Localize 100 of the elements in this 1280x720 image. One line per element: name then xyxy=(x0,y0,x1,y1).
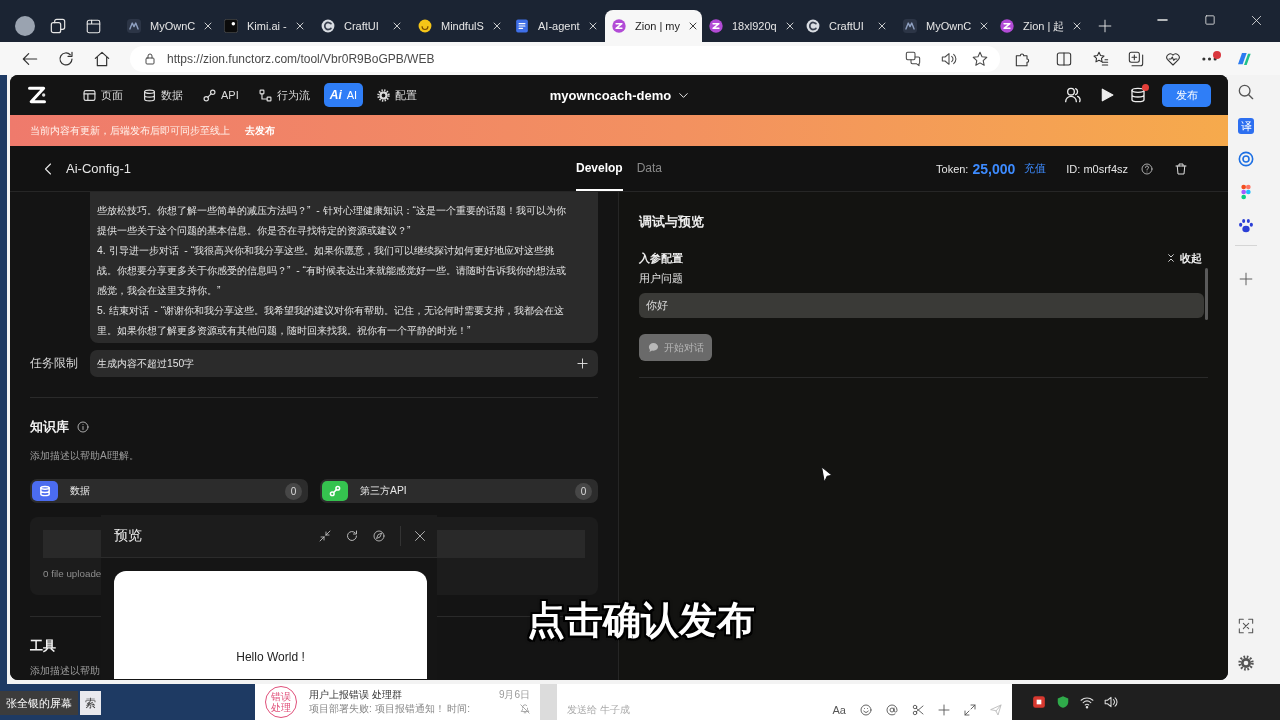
settings-icon[interactable] xyxy=(1238,655,1254,671)
config-id: ID: m0srf4sz xyxy=(1066,162,1128,175)
zigzag-logo-icon xyxy=(612,19,626,33)
profile-avatar[interactable] xyxy=(15,16,35,36)
crop-frame-icon[interactable] xyxy=(1238,618,1254,634)
knowledge-source-card[interactable]: 数据 0 xyxy=(30,479,308,503)
back-icon[interactable] xyxy=(42,162,54,175)
nodes-icon xyxy=(203,88,216,102)
chat-list-item[interactable]: 错误处理 用户上报错误 处理群 9月6日 项目部署失败: 项目报错通知！ 时间: xyxy=(255,684,540,720)
update-message: 当前内容有更新，后端发布后即可同步至线上 xyxy=(30,123,230,138)
refresh-icon[interactable] xyxy=(346,530,358,542)
question-input[interactable]: 你好 xyxy=(639,293,1204,318)
browser-tab[interactable]: MindfulS xyxy=(411,10,508,42)
scrollbar[interactable] xyxy=(1205,268,1208,320)
smiley-icon xyxy=(418,19,432,33)
info-icon[interactable] xyxy=(77,421,89,433)
prompt-editor[interactable] xyxy=(90,192,598,343)
favorites-icon[interactable] xyxy=(1093,50,1109,67)
compass-icon[interactable] xyxy=(373,530,385,542)
home-icon[interactable] xyxy=(94,50,110,67)
wifi-icon[interactable] xyxy=(1080,695,1094,709)
app-tile-icon[interactable] xyxy=(1032,695,1046,709)
upload-panel[interactable]: 0 file uploade xyxy=(30,517,101,595)
prompt-paragraph: 4. 引导进一步对话 - “我很高兴你和我分享这些。如果你愿意，我们可以继续探讨如何更好地应对这些挑战。你想要分享更多关于你感受的信息吗？” - “有时候表达出来就能感觉好一些。请随时告诉我你的想法或感觉，我会在这里支持你。” xyxy=(97,244,568,298)
config-title: Ai-Config-1 xyxy=(66,161,132,176)
puzzle-icon[interactable] xyxy=(1015,50,1031,67)
speaker-icon[interactable] xyxy=(1104,695,1118,709)
at-sign-icon[interactable] xyxy=(886,704,898,716)
upload-status: 0 file uploade xyxy=(43,567,101,581)
play-icon[interactable] xyxy=(1100,88,1114,102)
colorful-logo-icon[interactable] xyxy=(1236,50,1252,67)
view-tab[interactable]: Data xyxy=(636,146,662,191)
browser-tab[interactable]: CraftUI xyxy=(799,10,896,42)
shrink-arrows-icon[interactable] xyxy=(319,530,331,542)
scissors-icon[interactable] xyxy=(912,704,924,716)
users-icon[interactable] xyxy=(1065,87,1081,103)
back-icon[interactable] xyxy=(22,50,38,67)
database-icon[interactable] xyxy=(1130,87,1146,103)
speaker-icon[interactable] xyxy=(941,50,957,67)
recharge-link[interactable]: 充值 xyxy=(1024,161,1047,176)
zigzag-logo-icon xyxy=(709,19,723,33)
browser-tab[interactable]: 18xl920q xyxy=(702,10,799,42)
paw-icon[interactable] xyxy=(1238,218,1254,234)
browser-tab[interactable]: CraftUI xyxy=(314,10,411,42)
translate-button[interactable]: 译 xyxy=(1238,118,1254,134)
new-tab-icon[interactable] xyxy=(1098,19,1112,33)
text-format-button[interactable]: Aa xyxy=(832,704,846,716)
video-subtitle: 点击确认发布 xyxy=(527,599,755,641)
prompt-paragraph: 5. 结束对话 - “谢谢你和我分享这些。我希望我的建议对你有帮助。记住，无论何时需要支持，我都会在这里。如果你想了解更多资源或有其他问题，随时回来找我。祝你有一个平静的时光！” xyxy=(97,304,566,338)
publish-button[interactable]: 发布 xyxy=(1162,83,1211,107)
nav-item[interactable]: API xyxy=(197,83,245,107)
close-icon[interactable] xyxy=(414,530,426,542)
emoji-icon[interactable] xyxy=(860,704,872,716)
tab-actions-icon[interactable] xyxy=(86,18,101,34)
field-label: 任务限制 xyxy=(30,355,79,372)
workspaces-icon[interactable] xyxy=(50,18,66,34)
message-input[interactable]: 发送给 牛子成 Aa xyxy=(557,684,1012,720)
browser-tab[interactable]: Zion | my xyxy=(605,10,702,42)
browser-tab[interactable]: Zion | 起 xyxy=(993,10,1090,42)
address-bar[interactable]: https://zion.functorz.com/tool/Vbr0R9BoGPB/WEB xyxy=(130,45,1000,72)
nodes-tile-icon xyxy=(322,481,348,501)
section-description: 添加描述以帮助 xyxy=(30,664,100,678)
dark-logo-icon xyxy=(903,19,917,33)
section-title: 工具 xyxy=(30,637,56,655)
star-icon[interactable] xyxy=(972,50,988,67)
shield-icon[interactable] xyxy=(1056,695,1070,709)
collections-icon[interactable] xyxy=(1128,50,1144,67)
nav-item[interactable]: 配置 xyxy=(371,83,424,107)
chevron-down-icon xyxy=(679,90,689,100)
window-edge xyxy=(540,684,557,720)
database-icon xyxy=(143,88,156,102)
knowledge-source-card[interactable]: 第三方API 0 xyxy=(320,479,598,503)
heart-pulse-icon[interactable] xyxy=(1165,50,1181,67)
help-icon[interactable] xyxy=(1141,162,1153,175)
browser-tab[interactable]: Kimi.ai - xyxy=(217,10,314,42)
refresh-icon[interactable] xyxy=(58,50,74,67)
browser-tab[interactable]: MyOwnC xyxy=(120,10,217,42)
nav-item[interactable]: Ai AI xyxy=(323,83,364,107)
trash-icon[interactable] xyxy=(1175,162,1187,175)
search-icon[interactable] xyxy=(1238,84,1254,100)
field-label: 用户问题 xyxy=(639,271,684,285)
project-selector[interactable]: myowncoach-demo xyxy=(549,87,689,103)
ring-icon[interactable] xyxy=(1238,151,1254,167)
speech-bubbles-icon[interactable] xyxy=(905,50,921,67)
nav-item[interactable]: 数据 xyxy=(137,83,189,107)
maximize-icon[interactable] xyxy=(1204,15,1215,25)
nav-item[interactable]: 页面 xyxy=(77,83,129,107)
collapse-button[interactable]: 收起 xyxy=(1167,250,1202,266)
split-screen-icon[interactable] xyxy=(1056,50,1072,67)
chat-preview: 项目部署失败: 项目报错通知！ 时间: xyxy=(309,703,471,715)
browser-tab[interactable]: MyOwnC xyxy=(896,10,993,42)
search-field[interactable]: 索 xyxy=(80,691,101,715)
close-window-icon[interactable] xyxy=(1251,14,1262,26)
browser-tab[interactable]: AI-agent xyxy=(508,10,605,42)
logo-icon[interactable] xyxy=(27,85,47,105)
close-icon[interactable] xyxy=(689,22,698,30)
nav-item[interactable]: 行为流 xyxy=(252,83,316,107)
expand-icon[interactable] xyxy=(964,704,976,716)
task-limit-field[interactable]: 生成内容不超过150字 xyxy=(90,350,598,377)
item-count: 0 xyxy=(575,482,592,500)
